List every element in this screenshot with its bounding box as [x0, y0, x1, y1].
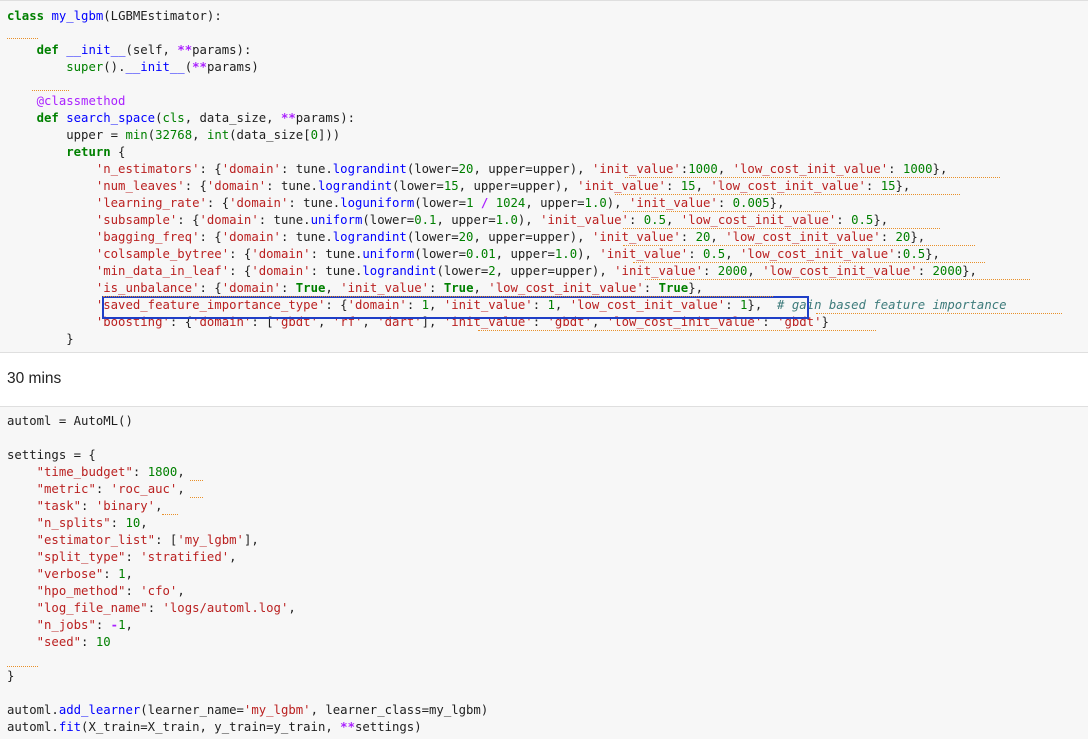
lint-warning-squiggle [478, 330, 876, 331]
lint-warning-squiggle [816, 313, 1062, 314]
settings-line-line: "log_file_name": 'logs/automl.log', [36, 601, 296, 615]
code-line-line: 'colsample_bytree': {'domain': tune.unif… [95, 247, 940, 261]
lint-warning-squiggle [162, 514, 178, 515]
settings-line-line: automl.fit(X_train=X_train, y_train=y_tr… [7, 720, 422, 734]
code-cell-custom-estimator[interactable]: class my_lgbm(LGBMEstimator): def __init… [0, 0, 1088, 353]
code-line-line: } [7, 332, 74, 346]
settings-line-line: "split_type": 'stratified', [36, 550, 237, 564]
highlight-box [102, 296, 809, 319]
code-line-line: 'min_data_in_leaf': {'domain': tune.logr… [95, 264, 977, 278]
code-line-line: 'num_leaves': {'domain': tune.lograndint… [95, 179, 911, 193]
lint-warning-squiggle [32, 90, 69, 91]
settings-line-line: automl.add_learner(learner_name='my_lgbm… [7, 703, 489, 717]
settings-line-line: "n_splits": 10, [36, 516, 148, 530]
settings-line-line: "verbose": 1, [36, 567, 133, 581]
code-line-line: 'learning_rate': {'domain': tune.logunif… [95, 196, 785, 210]
settings-line-line: } [7, 669, 15, 683]
code-line-line: super().__init__(**params) [66, 60, 259, 74]
code-line-line: 'subsample': {'domain': tune.uniform(low… [95, 213, 889, 227]
lint-warning-squiggle [625, 177, 1000, 178]
code-line-line: return { [66, 145, 126, 159]
code-line-line: def search_space(cls, data_size, **param… [36, 111, 356, 125]
lint-warning-squiggle [623, 245, 975, 246]
settings-line-line: "n_jobs": -1, [36, 618, 133, 632]
code-line-line: @classmethod [36, 94, 126, 108]
lint-warning-squiggle [645, 279, 1030, 280]
lint-warning-squiggle [615, 194, 960, 195]
code-line-line: 'n_estimators': {'domain': tune.lograndi… [95, 162, 948, 176]
lint-warning-squiggle [190, 480, 203, 481]
lint-warning-squiggle [633, 262, 985, 263]
settings-line-line: "time_budget": 1800, [36, 465, 185, 479]
code-cell-automl-settings[interactable]: automl = AutoML() settings = { "time_budg… [0, 406, 1088, 739]
code-line-line: def __init__(self, **params): [36, 43, 252, 57]
settings-line-line: automl = AutoML() [7, 414, 133, 428]
lint-warning-squiggle [623, 211, 830, 212]
code-line-line: upper = min(32768, int(data_size[0])) [7, 128, 341, 142]
settings-line-line: "task": 'binary', [36, 499, 163, 513]
settings-line-line: "metric": 'roc_auc', [36, 482, 185, 496]
settings-line-line: "seed": 10 [36, 635, 111, 649]
settings-line-line: settings = { [7, 448, 96, 462]
lint-warning-squiggle [190, 497, 203, 498]
markdown-cell-text: 30 mins [7, 370, 62, 387]
code-line-line: 'is_unbalance': {'domain': True, 'init_v… [95, 281, 704, 295]
settings-line-line: "hpo_method": 'cfo', [36, 584, 185, 598]
lint-warning-squiggle [623, 228, 940, 229]
lint-warning-squiggle [7, 38, 38, 39]
code-line-line: 'bagging_freq': {'domain': tune.lograndi… [95, 230, 926, 244]
lint-warning-squiggle [103, 296, 773, 297]
lint-warning-squiggle [7, 666, 38, 667]
settings-line-line: "estimator_list": ['my_lgbm'], [36, 533, 259, 547]
code-line-line: class my_lgbm(LGBMEstimator): [7, 9, 222, 23]
